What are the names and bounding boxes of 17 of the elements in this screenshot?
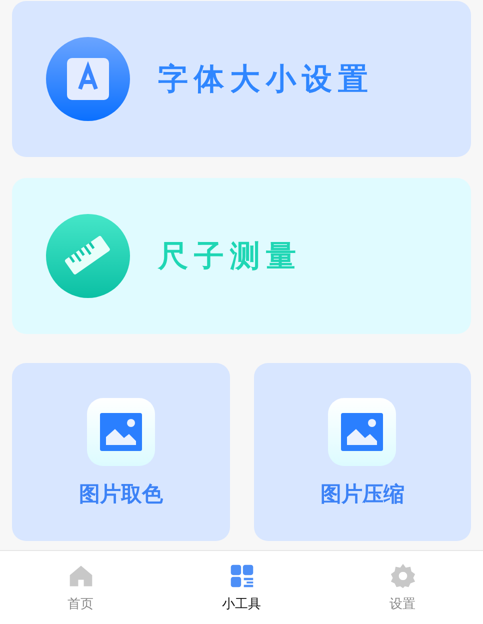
tool-title: 图片压缩 (320, 481, 404, 508)
letter-a-icon (46, 37, 130, 121)
tab[interactable]: 小工具 (161, 551, 322, 624)
feature-card[interactable]: 字体大小设置 (12, 1, 471, 157)
tab[interactable]: 首页 (0, 551, 161, 624)
image-icon (86, 398, 155, 466)
tool-title: 图片取色 (78, 481, 163, 508)
settings-icon (390, 562, 416, 588)
feature-title: 字体大小设置 (158, 60, 374, 98)
feature-card[interactable]: 尺子测量 (12, 178, 471, 334)
tab[interactable]: 设置 (322, 551, 483, 624)
feature-title: 尺子测量 (158, 238, 302, 276)
tool-card[interactable]: 图片压缩 (254, 363, 471, 541)
ruler-icon (46, 214, 130, 298)
tool-card[interactable]: 图片取色 (12, 363, 230, 541)
image-icon (328, 398, 396, 466)
grid-icon (228, 562, 254, 588)
